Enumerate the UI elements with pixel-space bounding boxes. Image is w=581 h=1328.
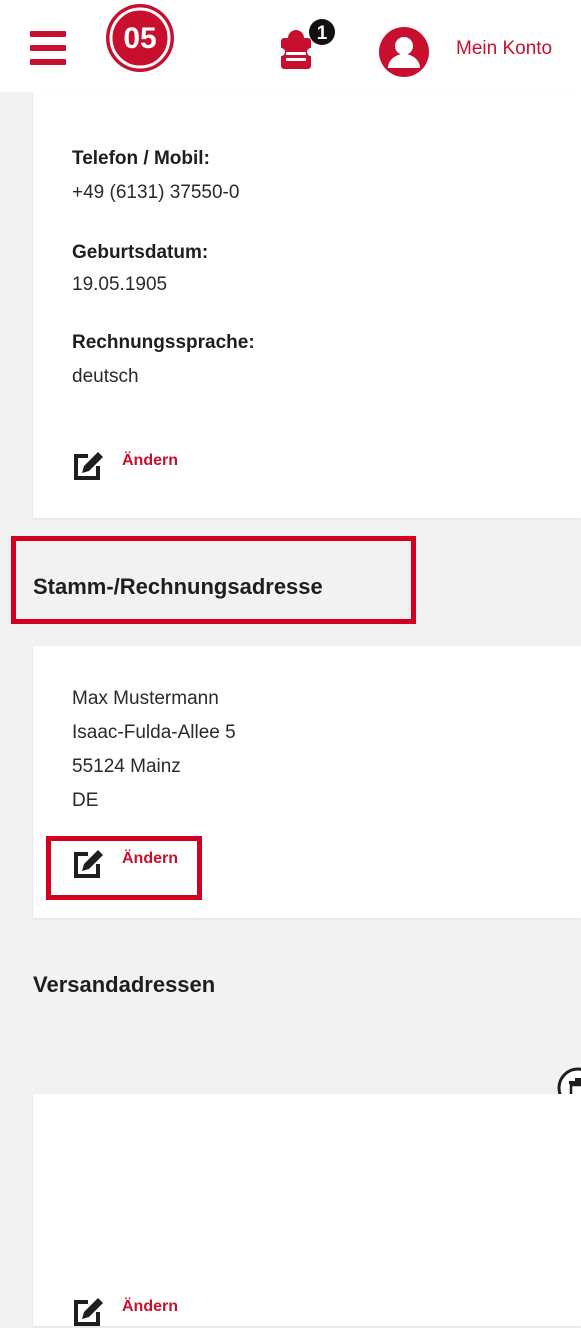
- logo-text: 05: [123, 22, 156, 55]
- billing-edit-label: Ändern: [122, 850, 178, 867]
- birthdate-value: 19.05.1905: [72, 274, 168, 295]
- edit-icon: [74, 850, 103, 878]
- phone-label: Telefon / Mobil:: [72, 148, 210, 169]
- personal-edit-label: Ändern: [122, 452, 178, 469]
- user-icon[interactable]: [378, 26, 430, 78]
- hamburger-menu-icon[interactable]: [30, 31, 66, 65]
- ticket-cart-icon[interactable]: 1: [276, 16, 340, 78]
- billing-street: Isaac-Fulda-Allee 5: [72, 722, 236, 743]
- ticket-count-badge: 1: [317, 23, 328, 44]
- invoice-language-value: deutsch: [72, 366, 139, 387]
- header-bar: 05 1 Mein Konto: [0, 0, 581, 92]
- edit-icon: [74, 1298, 103, 1326]
- shipping-section-title: Versandadressen: [33, 972, 216, 997]
- club-logo[interactable]: 05: [104, 2, 176, 74]
- account-link[interactable]: Mein Konto: [456, 38, 552, 60]
- invoice-language-label: Rechnungssprache:: [72, 332, 255, 353]
- billing-city: 55124 Mainz: [72, 756, 181, 777]
- personal-edit-button[interactable]: Ändern: [70, 446, 190, 482]
- birthdate-label: Geburtsdatum:: [72, 242, 209, 263]
- shipping-edit-button[interactable]: Ändern: [70, 1292, 190, 1328]
- phone-value: +49 (6131) 37550-0: [72, 182, 240, 203]
- billing-section-title: Stamm-/Rechnungsadresse: [33, 574, 323, 599]
- billing-name: Max Mustermann: [72, 688, 219, 709]
- billing-country: DE: [72, 790, 99, 811]
- shipping-edit-label: Ändern: [122, 1298, 178, 1315]
- edit-icon: [74, 452, 103, 480]
- billing-edit-button[interactable]: Ändern: [70, 844, 190, 880]
